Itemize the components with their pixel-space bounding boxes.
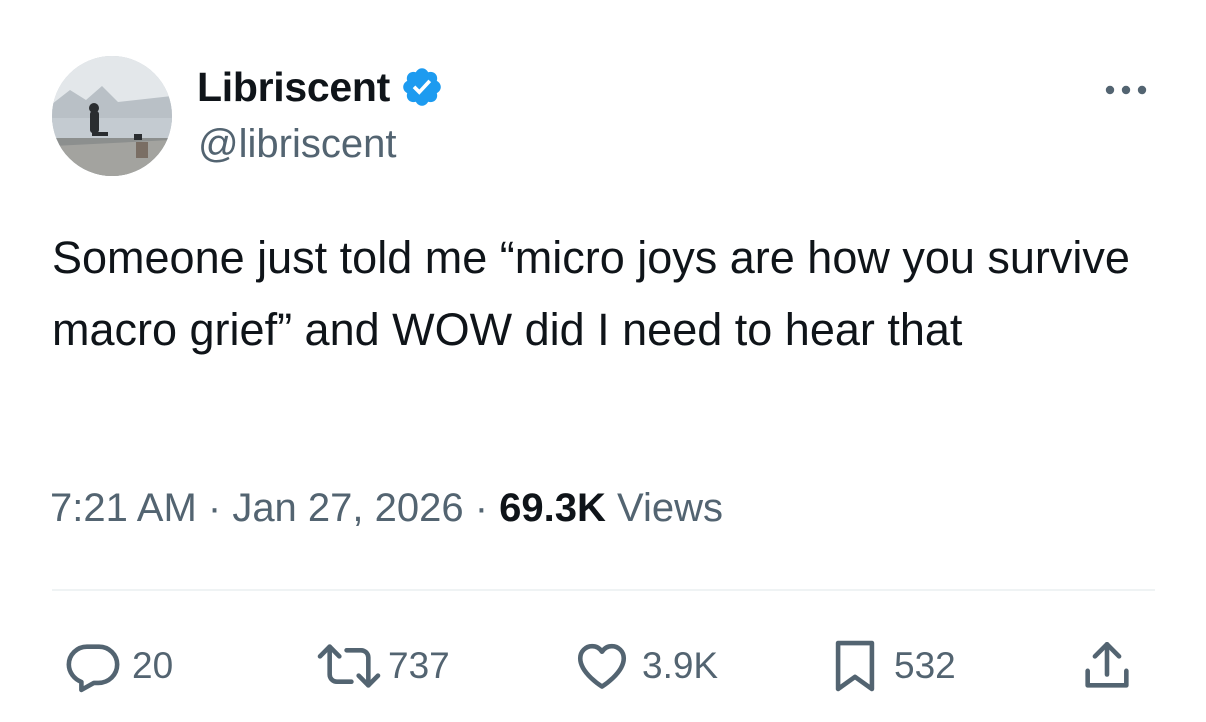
views-count: 69.3K: [499, 486, 606, 530]
display-name[interactable]: Libriscent: [197, 64, 390, 111]
heart-icon: [577, 643, 627, 689]
bookmark-icon: [835, 640, 875, 692]
repost-button[interactable]: 737: [312, 636, 450, 696]
share-button[interactable]: [1078, 636, 1136, 696]
share-icon: [1085, 641, 1129, 688]
like-count: 3.9K: [642, 645, 719, 686]
divider: [52, 589, 1155, 591]
author-handle[interactable]: @libriscent: [198, 122, 396, 167]
avatar[interactable]: [52, 56, 172, 176]
tweet-meta: 7:21 AM · Jan 27, 2026 · 69.3K Views: [50, 486, 723, 531]
author-name-row: Libriscent: [197, 62, 444, 112]
verified-badge-icon[interactable]: [400, 65, 444, 109]
meta-separator: ·: [463, 486, 500, 530]
bookmark-count: 532: [894, 645, 956, 686]
tweet-time[interactable]: 7:21 AM: [50, 486, 197, 530]
more-options-button[interactable]: [1098, 68, 1154, 112]
reply-count: 20: [132, 645, 174, 686]
meta-separator: ·: [196, 486, 233, 530]
like-button[interactable]: 3.9K: [572, 636, 718, 696]
reply-button[interactable]: 20: [64, 636, 173, 696]
tweet-text: Someone just told me “micro joys are how…: [52, 232, 1130, 355]
more-icon: [1105, 85, 1147, 95]
tweet-card: Libriscent @libriscent Someone just told…: [0, 0, 1206, 722]
views-label: Views: [617, 486, 724, 530]
bookmark-button[interactable]: 532: [826, 636, 956, 696]
repost-count: 737: [388, 645, 450, 686]
repost-icon: [317, 644, 381, 688]
tweet-date[interactable]: Jan 27, 2026: [232, 486, 463, 530]
reply-icon: [66, 644, 120, 693]
